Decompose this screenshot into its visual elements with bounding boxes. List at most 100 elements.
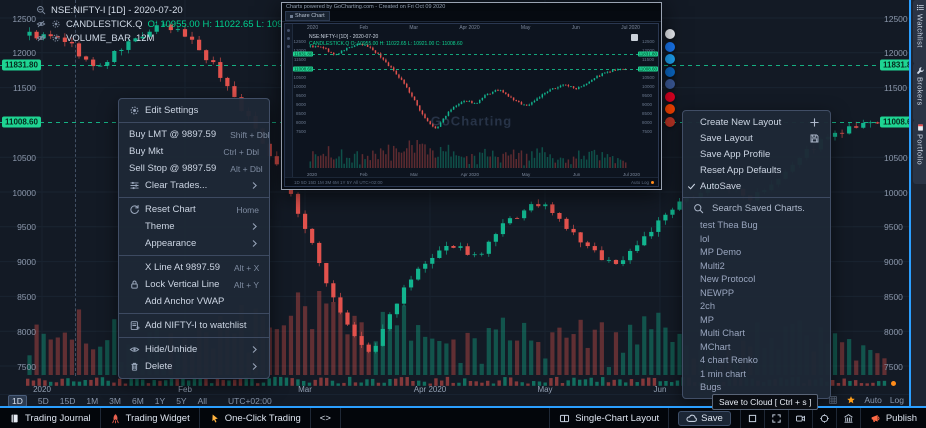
zoom-out-icon[interactable] [36, 5, 46, 15]
menu-item-label: Hide/Unhide [145, 344, 236, 355]
date-tick-label: May [537, 385, 552, 394]
saved-chart-item[interactable]: MP Demo [683, 246, 830, 260]
preview-candlestick-plot [306, 32, 630, 170]
menu-item[interactable]: Save App Profile [683, 146, 830, 162]
trading-app-window: 1250012000115001050010000950090008500800… [0, 0, 926, 428]
saved-chart-item[interactable]: Multi Chart [683, 327, 830, 341]
code-label: <> [320, 413, 331, 424]
watchlist-icon [916, 3, 925, 12]
trading-widget-button[interactable]: Trading Widget [101, 408, 200, 428]
save-button[interactable]: Save [668, 408, 740, 428]
menu-item[interactable]: X Line At 9897.59 Alt + X [119, 255, 269, 276]
saved-chart-item[interactable]: NEWPP [683, 287, 830, 301]
share-icon[interactable] [665, 92, 675, 102]
timeframe-button[interactable]: 6M [132, 396, 144, 406]
timeframe-button[interactable]: 1Y [155, 396, 165, 406]
preview-price-tick: 12500 [293, 39, 306, 44]
gear-icon[interactable] [51, 33, 61, 43]
timeframe-button[interactable]: 5D [38, 396, 49, 406]
menu-item[interactable]: Lock Vertical Line Alt + Y [119, 276, 269, 293]
target-button[interactable] [812, 408, 836, 428]
saved-chart-item[interactable]: Bugs [683, 381, 830, 395]
tab-watchlist[interactable]: Watchlist [913, 0, 926, 64]
saved-chart-item[interactable]: lol [683, 233, 830, 247]
journal-book-icon [9, 413, 20, 424]
timeframe-button[interactable]: All [198, 396, 207, 406]
publish-button[interactable]: Publish [860, 408, 926, 428]
share-icon[interactable] [665, 42, 675, 52]
share-icon[interactable] [665, 54, 675, 64]
menu-item[interactable]: Hide/Unhide [119, 337, 269, 358]
eye-off-icon[interactable] [36, 33, 46, 43]
menu-item[interactable]: Create New Layout [683, 114, 830, 130]
share-icon[interactable] [665, 67, 675, 77]
preview-price-tick: 10500 [642, 75, 655, 80]
preview-price-badge: 11008.60 [638, 66, 658, 71]
log-scale-toggle[interactable]: Log [890, 395, 904, 405]
trading-journal-button[interactable]: Trading Journal [0, 408, 101, 428]
date-tick-label: Jun [654, 385, 667, 394]
menu-item-icon [129, 361, 145, 372]
menu-item[interactable]: Delete [119, 358, 269, 375]
menu-item[interactable]: Add NIFTY-I to watchlist [119, 313, 269, 334]
fullscreen-button[interactable] [764, 408, 788, 428]
menu-item[interactable]: Buy Mkt Ctrl + Dbl [119, 143, 269, 160]
menu-item[interactable]: AutoSave [683, 178, 830, 194]
menu-item[interactable]: Clear Trades... [119, 177, 269, 194]
code-button[interactable]: <> [311, 408, 341, 428]
preview-price-tick: 8000 [296, 120, 306, 125]
saved-chart-item[interactable]: Multi2 [683, 260, 830, 274]
timeframe-button[interactable]: 3M [109, 396, 121, 406]
share-icon[interactable] [665, 104, 675, 114]
menu-item[interactable]: Save Layout [683, 130, 830, 146]
one-click-trading-button[interactable]: One-Click Trading [200, 408, 311, 428]
share-icon[interactable] [665, 79, 675, 89]
stop-button[interactable] [740, 408, 764, 428]
search-saved-charts[interactable]: Search Saved Charts. [683, 197, 830, 219]
favorite-star-icon[interactable] [846, 395, 856, 405]
saved-chart-item[interactable]: New Protocol [683, 273, 830, 287]
timeframe-button[interactable]: 15D [60, 396, 76, 406]
saved-chart-item[interactable]: 1 min chart [683, 368, 830, 382]
share-icon[interactable] [665, 29, 675, 39]
scale-controls: Auto Log [828, 395, 904, 405]
tab-brokers[interactable]: Brokers [913, 63, 926, 121]
share-icon[interactable] [665, 117, 675, 127]
timeframe-button[interactable]: 5Y [176, 396, 186, 406]
timeframe-button[interactable]: 1M [86, 396, 98, 406]
auto-scale-toggle[interactable]: Auto [864, 395, 882, 405]
preview-price-tick: 11500 [642, 57, 654, 62]
saved-chart-item[interactable]: MP [683, 314, 830, 328]
menu-item[interactable]: Appearance [119, 235, 269, 252]
preview-scale-controls: Auto Log [631, 180, 658, 185]
menu-item[interactable]: Add Anchor VWAP [119, 293, 269, 310]
menu-item[interactable]: Theme [119, 218, 269, 235]
preview-timeframes: 1D 5D 15D 1M 3M 6M 1Y 5Y All UTC+02:00 [285, 180, 383, 185]
saved-chart-item[interactable]: test Thea Bug [683, 219, 830, 233]
share-chart-preview-popup[interactable]: Charts powered by GoCharting.com - Creat… [281, 2, 662, 190]
tab-portfolio[interactable]: Portfolio [913, 120, 926, 184]
megaphone-icon [870, 413, 881, 424]
preview-tab-row: Share Chart [282, 11, 661, 22]
cursor-click-icon [209, 413, 220, 424]
price-line-badge: 11831.80 [2, 59, 41, 70]
menu-item[interactable]: Sell Stop @ 9897.59 Alt + Dbl [119, 160, 269, 177]
eye-off-icon[interactable] [36, 19, 46, 29]
menu-item[interactable]: Reset App Defaults [683, 162, 830, 178]
exchange-button[interactable] [836, 408, 860, 428]
screen-record-button[interactable] [788, 408, 812, 428]
timezone-label[interactable]: UTC+02:00 [228, 396, 272, 406]
preview-date-label: Mar [409, 25, 418, 31]
menu-item-label: Buy Mkt [129, 146, 209, 157]
menu-item-label: Create New Layout [700, 117, 809, 128]
gear-icon[interactable] [51, 19, 61, 29]
preview-price-tick: 12500 [642, 39, 655, 44]
menu-item[interactable]: Buy LMT @ 9897.59 Shift + Dbl [119, 122, 269, 143]
saved-chart-item[interactable]: 4 chart Renko [683, 354, 830, 368]
price-line-badge: 11008.60 [2, 116, 41, 127]
saved-chart-item[interactable]: MChart [683, 341, 830, 355]
saved-chart-item[interactable]: 2ch [683, 300, 830, 314]
single-chart-layout-button[interactable]: Single-Chart Layout [549, 408, 668, 428]
menu-item[interactable]: Edit Settings [119, 102, 269, 119]
menu-item[interactable]: Reset Chart Home [119, 197, 269, 218]
